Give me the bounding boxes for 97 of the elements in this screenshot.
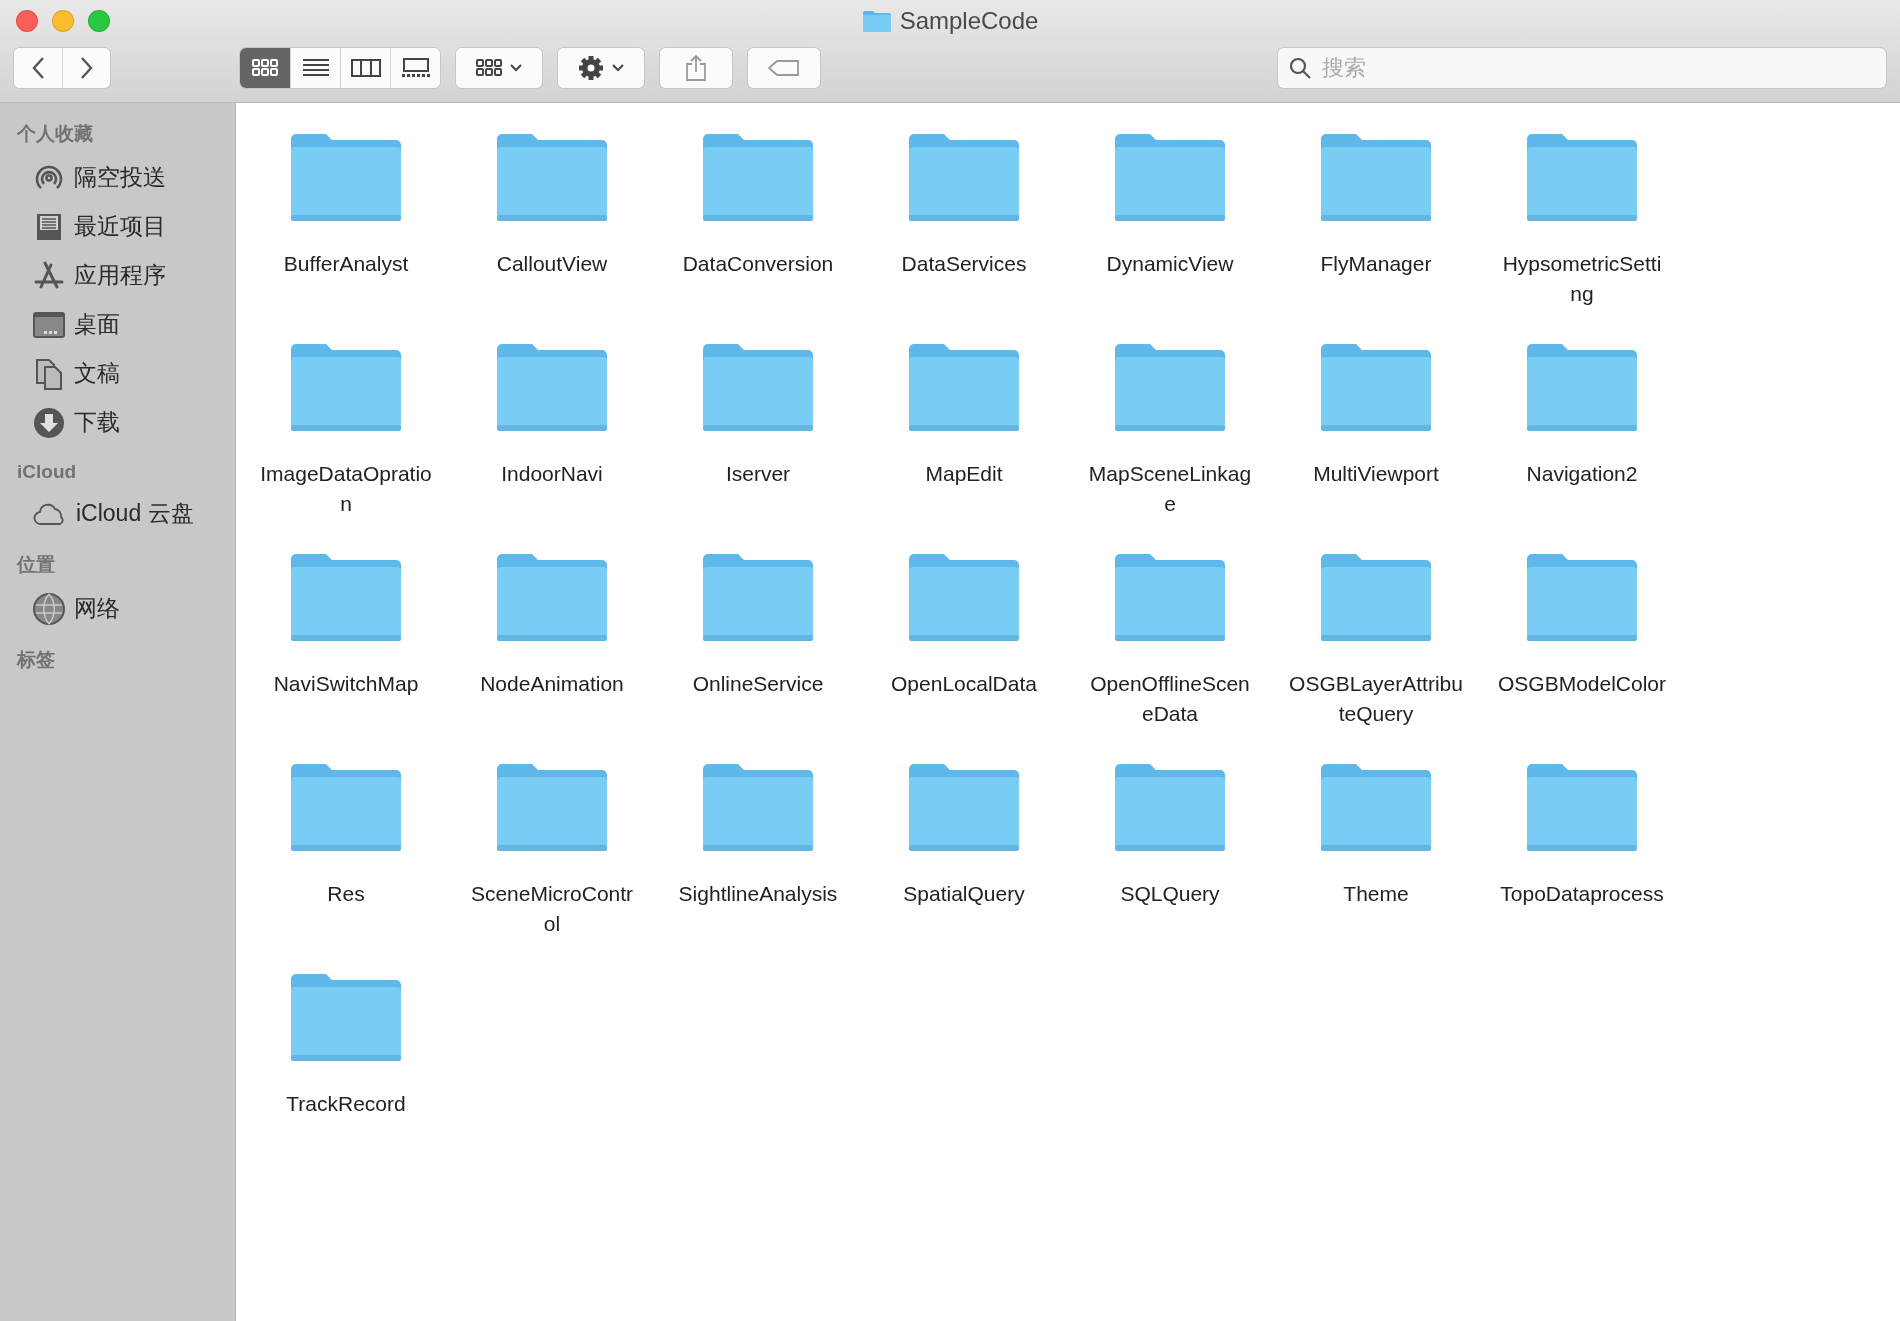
sidebar-item[interactable]: 网络 [0, 584, 235, 633]
sidebar-section-title: 位置 [15, 553, 56, 577]
folder-icon [1319, 341, 1433, 433]
folder-name[interactable]: CalloutView [496, 249, 608, 279]
folder-icon [1113, 341, 1227, 433]
folder-icon [289, 551, 403, 643]
sidebar-item[interactable]: iCloud 云盘 [0, 489, 235, 538]
folder-name[interactable]: DynamicView [1106, 249, 1234, 279]
desktop-icon [32, 309, 66, 340]
folder-name[interactable]: Theme [1343, 879, 1409, 909]
sidebar-item[interactable]: 最近项目 [0, 202, 235, 251]
folder-name[interactable]: Res [327, 879, 365, 909]
tag-button[interactable] [748, 48, 820, 88]
folder-icon [289, 131, 403, 223]
folder-name[interactable]: DataConversion [682, 249, 834, 279]
folder-name[interactable]: OpenOfflineScen eData [1090, 669, 1250, 729]
folder-icon [701, 551, 815, 643]
sidebar-item[interactable]: 桌面 [0, 300, 235, 349]
folder-icon [1525, 131, 1639, 223]
folder-name[interactable]: MapSceneLinkag e [1088, 459, 1252, 519]
folder-name[interactable]: SQLQuery [1120, 879, 1220, 909]
folder-icon [1319, 131, 1433, 223]
folder-icon [907, 551, 1021, 643]
folder-name[interactable]: HypsometricSetti ng [1502, 249, 1662, 309]
folder-name[interactable]: OSGBModelColor [1497, 669, 1667, 699]
globe-icon [32, 591, 66, 626]
folder-icon [495, 761, 609, 853]
folder-name[interactable]: BufferAnalyst [283, 249, 409, 279]
forward-button[interactable] [62, 48, 110, 88]
folder-name[interactable]: Iserver [725, 459, 791, 489]
folder-name[interactable]: SceneMicroContr ol [470, 879, 634, 939]
folder-icon [907, 341, 1021, 433]
folder-icon [907, 761, 1021, 853]
folder-name[interactable]: NaviSwitchMap [273, 669, 419, 699]
folder-icon [701, 131, 815, 223]
folder-name[interactable]: MapEdit [925, 459, 1003, 489]
sidebar-item[interactable]: 应用程序 [0, 251, 235, 300]
folder-icon [861, 9, 892, 33]
folder-icon [1113, 761, 1227, 853]
icon-view-icon [251, 58, 279, 78]
view-mode-button[interactable] [240, 48, 290, 88]
folder-name[interactable]: OSGBLayerAttribu teQuery [1289, 669, 1463, 729]
folder-name[interactable]: FlyManager [1320, 249, 1432, 279]
folder-name[interactable]: TrackRecord [286, 1089, 406, 1119]
sidebar-item[interactable]: 下载 [0, 398, 235, 447]
gallery-view-icon [400, 58, 431, 78]
close-button[interactable] [16, 10, 38, 32]
folder-icon [701, 761, 815, 853]
folder-icon [289, 341, 403, 433]
column-view-icon [350, 58, 381, 78]
chevron-down-icon [509, 63, 523, 73]
sidebar-section-title: 标签 [15, 648, 56, 672]
gear-icon [577, 54, 605, 82]
folder-name[interactable]: IndoorNavi [501, 459, 603, 489]
folder-icon [1113, 551, 1227, 643]
folder-icon [495, 551, 609, 643]
folder-icon [1525, 761, 1639, 853]
folder-icon [289, 971, 403, 1063]
folder-name[interactable]: OnlineService [692, 669, 824, 699]
list-view-icon [301, 58, 330, 78]
icon-view-icon [475, 58, 503, 78]
folder-name[interactable]: OpenLocalData [891, 669, 1037, 699]
sidebar-section-title: 个人收藏 [16, 122, 94, 146]
folder-name[interactable]: ImageDataOpratio n [260, 459, 432, 519]
folder-name[interactable]: NodeAnimation [480, 669, 624, 699]
folder-name[interactable]: Navigation2 [1526, 459, 1638, 489]
action-button[interactable] [558, 48, 644, 88]
folder-icon [1113, 131, 1227, 223]
tag-icon [767, 59, 801, 77]
folder-icon [495, 341, 609, 433]
folder-icon [701, 341, 815, 433]
folder-icon [1525, 341, 1639, 433]
folder-name[interactable]: DataServices [901, 249, 1027, 279]
search-field[interactable]: 搜索 [1278, 48, 1886, 88]
view-mode-button[interactable] [390, 48, 440, 88]
share-icon [685, 54, 707, 82]
share-button[interactable] [660, 48, 732, 88]
search-icon [1288, 56, 1312, 80]
folder-icon [495, 131, 609, 223]
sidebar-item[interactable]: 文稿 [0, 349, 235, 398]
folder-name[interactable]: TopoDataprocess [1500, 879, 1664, 909]
folder-icon [1525, 551, 1639, 643]
group-button[interactable] [456, 48, 542, 88]
chevron-left-icon [31, 56, 45, 80]
folder-name[interactable]: MultiViewport [1313, 459, 1439, 489]
folder-icon [289, 761, 403, 853]
chevron-right-icon [79, 56, 94, 80]
sidebar-item[interactable]: 隔空投送 [0, 153, 235, 202]
folder-name[interactable]: SpatialQuery [903, 879, 1025, 909]
folder-icon [1319, 761, 1433, 853]
folder-icon [1319, 551, 1433, 643]
download-icon [32, 405, 66, 440]
window-title: SampleCode [899, 7, 1039, 35]
chevron-down-icon [611, 63, 625, 73]
sidebar-section-title: iCloud [16, 460, 78, 484]
folder-icon [907, 131, 1021, 223]
folder-name[interactable]: SightlineAnalysis [678, 879, 838, 909]
